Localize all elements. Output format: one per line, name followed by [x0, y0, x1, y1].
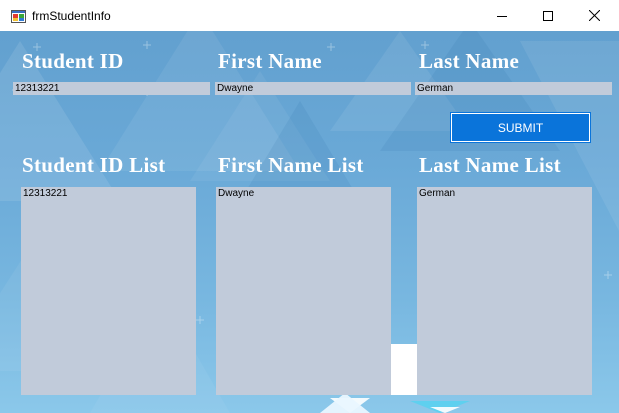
student-id-label: Student ID [22, 49, 124, 73]
submit-button[interactable]: SUBMIT [450, 112, 591, 143]
close-icon [588, 10, 600, 21]
minimize-button[interactable] [479, 0, 525, 31]
title-bar: frmStudentInfo [0, 0, 619, 31]
last-name-listbox[interactable]: German [417, 187, 592, 395]
student-id-list-label: Student ID List [22, 153, 166, 177]
first-name-list-label: First Name List [218, 153, 364, 177]
list-item[interactable]: 12313221 [23, 188, 194, 200]
first-name-listbox[interactable]: Dwayne [216, 187, 391, 395]
last-name-field[interactable] [415, 82, 612, 95]
maximize-icon [543, 10, 553, 21]
app-window: frmStudentInfo Student ID First Name Las… [0, 0, 619, 413]
last-name-label: Last Name [419, 49, 520, 73]
close-button[interactable] [571, 0, 617, 31]
student-id-field[interactable] [13, 82, 210, 95]
app-icon [11, 8, 26, 23]
form-client-area: Student ID First Name Last Name SUBMIT S… [0, 31, 619, 413]
last-name-list-label: Last Name List [419, 153, 561, 177]
first-name-label: First Name [218, 49, 322, 73]
window-title: frmStudentInfo [32, 9, 111, 23]
student-id-listbox[interactable]: 12313221 [21, 187, 196, 395]
first-name-field[interactable] [215, 82, 411, 95]
background-white-block [391, 344, 417, 395]
maximize-button[interactable] [525, 0, 571, 31]
minimize-icon [497, 15, 507, 17]
list-item[interactable]: German [419, 188, 590, 200]
list-item[interactable]: Dwayne [218, 188, 389, 200]
